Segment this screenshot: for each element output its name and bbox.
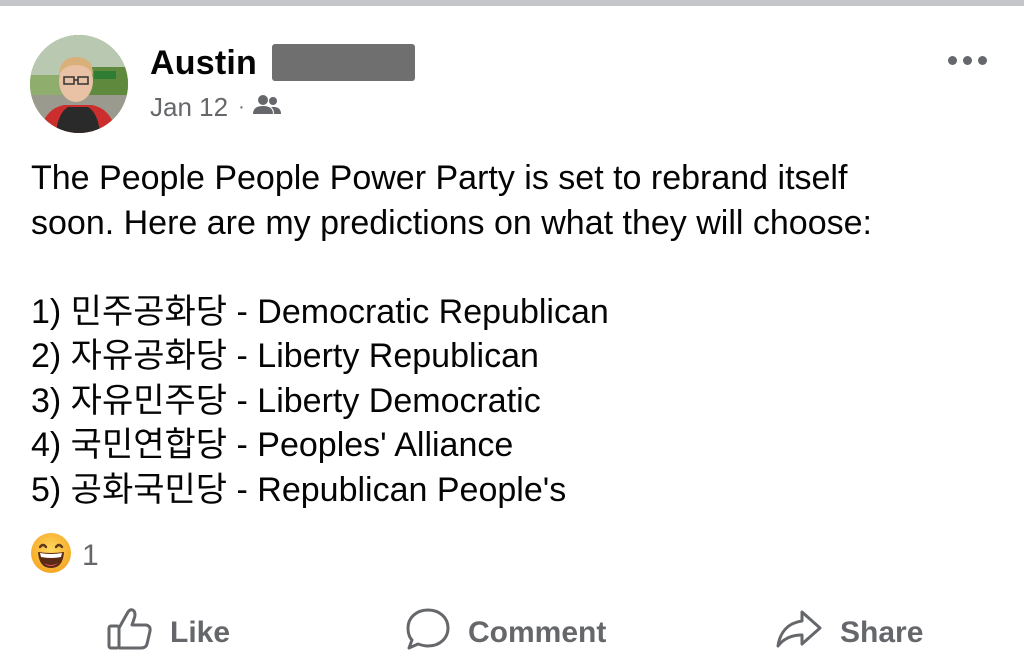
comment-button[interactable]: Comment [404, 606, 606, 660]
profile-photo-icon [30, 35, 128, 133]
more-options-icon[interactable] [948, 50, 992, 70]
post-text-line: The People People Power Party is set to … [31, 159, 848, 197]
laughing-emoji-icon [30, 532, 72, 579]
post-action-bar: Like Comment Share [0, 600, 1024, 660]
thumbs-up-icon [106, 606, 154, 660]
like-button[interactable]: Like [106, 606, 230, 660]
friends-icon[interactable] [252, 92, 281, 123]
share-button[interactable]: Share [774, 606, 923, 660]
prediction-item-1: 1) 민주공화당 - Democratic Republican [31, 292, 609, 331]
redacted-surname [272, 44, 415, 81]
post-timestamp[interactable]: Jan 12 [150, 92, 228, 123]
prediction-item-5: 5) 공화국민당 - Republican People's [31, 470, 567, 509]
post-text-blank [31, 245, 1001, 290]
reaction-count: 1 [82, 538, 99, 572]
post-text-line: soon. Here are my predictions on what th… [31, 203, 872, 242]
like-label: Like [170, 616, 231, 649]
comment-label: Comment [468, 616, 607, 649]
author-name[interactable]: Austin [150, 44, 257, 83]
post-meta: Jan 12 · [150, 92, 281, 123]
prediction-item-3: 3) 자유민주당 - Liberty Democratic [31, 381, 541, 420]
post-body: The People People Power Party is set to … [31, 156, 1001, 512]
meta-separator: · [238, 96, 245, 118]
share-arrow-icon [774, 606, 824, 660]
avatar[interactable] [30, 35, 128, 133]
reactions-summary[interactable]: 1 [30, 532, 99, 579]
prediction-item-4: 4) 국민연합당 - Peoples' Alliance [31, 426, 514, 464]
top-divider [0, 0, 1024, 6]
prediction-item-2: 2) 자유공화당 - Liberty Republican [31, 337, 539, 375]
comment-bubble-icon [404, 606, 452, 660]
share-label: Share [840, 616, 924, 649]
